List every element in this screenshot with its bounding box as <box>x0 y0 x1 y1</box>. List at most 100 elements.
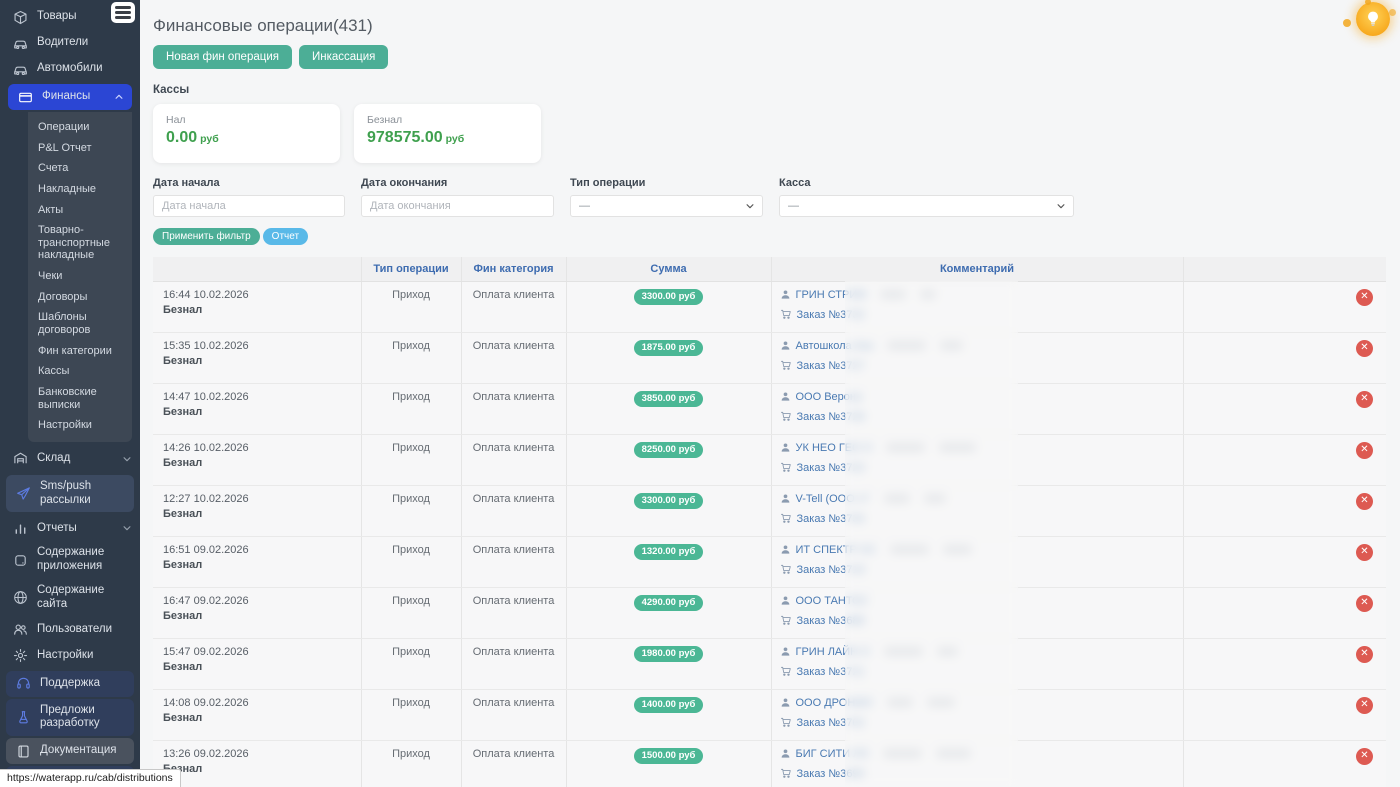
apply-filter-button[interactable]: Применить фильтр <box>153 228 260 245</box>
table-row: 16:47 09.02.2026БезналПриходОплата клиен… <box>153 587 1386 638</box>
delete-operation-button[interactable]: ✕ <box>1356 595 1373 612</box>
client-link[interactable]: ООО ДРОНМО <box>796 697 874 709</box>
order-link[interactable]: Заказ №3732 <box>797 309 865 321</box>
fin-category-cell: Оплата клиента <box>461 638 566 689</box>
date-cell: 14:26 10.02.2026Безнал <box>153 434 361 485</box>
actions-cell: ✕ <box>1183 536 1386 587</box>
whats-new-bulb-widget[interactable] <box>1356 2 1392 38</box>
sidebar-subitem-cash-registers[interactable]: Кассы <box>28 361 132 382</box>
client-link[interactable]: V-Tell (ООО «Г <box>796 493 870 505</box>
sidebar-item-label: Предложи разработку <box>40 704 126 732</box>
actions-cell: ✕ <box>1183 434 1386 485</box>
client-link[interactable]: ГРИН СТРИМ <box>796 289 867 301</box>
date-end-input[interactable] <box>361 195 554 217</box>
sidebar-subitem-waybills[interactable]: Накладные <box>28 179 132 200</box>
sidebar-item-warehouse[interactable]: Склад <box>0 446 140 472</box>
sidebar-item-users[interactable]: Пользователи <box>0 617 140 643</box>
cart-icon <box>780 615 792 626</box>
date-cell: 14:47 10.02.2026Безнал <box>153 383 361 434</box>
sidebar-subitem-operations[interactable]: Операции <box>28 117 132 138</box>
order-link[interactable]: Заказ №3723 <box>797 462 865 474</box>
order-link[interactable]: Заказ №3688 <box>797 615 865 627</box>
cash-card: Нал0.00руб <box>153 104 340 163</box>
client-link[interactable]: ООО ТАНТОС <box>796 595 869 607</box>
client-link[interactable]: УК НЕО ГЕО О <box>796 442 873 454</box>
client-link[interactable]: Автошкола Ака <box>796 340 874 352</box>
sidebar-subitem-acts[interactable]: Акты <box>28 200 132 221</box>
sidebar-item-documentation[interactable]: Документация <box>6 738 134 764</box>
sidebar-subitem-contract-templates[interactable]: Шаблоны договоров <box>28 307 132 340</box>
client-link[interactable]: ООО Верона <box>796 391 863 403</box>
actions-cell: ✕ <box>1183 740 1386 787</box>
new-fin-operation-button[interactable]: Новая фин операция <box>153 45 292 69</box>
sidebar-item-settings[interactable]: Настройки <box>0 643 140 669</box>
sidebar-item-suggest-feature[interactable]: Предложи разработку <box>6 699 134 737</box>
person-icon <box>780 391 791 402</box>
person-icon <box>780 442 791 453</box>
cart-icon <box>780 564 792 575</box>
redacted-text <box>890 545 929 554</box>
table-header-row: Тип операцииФин категорияСуммаКомментари… <box>153 257 1386 281</box>
filter-buttons: Применить фильтрОтчет <box>153 228 1400 245</box>
sidebar-item-support[interactable]: Поддержка <box>6 671 134 697</box>
sidebar-toggle-button[interactable] <box>111 2 135 23</box>
order-link[interactable]: Заказ №3721 <box>797 666 865 678</box>
sidebar-item-site-content[interactable]: Содержание сайта <box>0 579 140 617</box>
sidebar-item-app-content[interactable]: Содержание приложения <box>0 541 140 579</box>
order-link[interactable]: Заказ №3728 <box>797 411 865 423</box>
filters: Дата началаДата окончанияТип операции—Ка… <box>153 177 1400 217</box>
chevron-down-icon <box>1056 201 1066 211</box>
order-link[interactable]: Заказ №3690 <box>797 768 865 780</box>
sidebar-item-sms-push[interactable]: Sms/push рассылки <box>6 475 134 513</box>
cart-icon <box>780 717 792 728</box>
delete-operation-button[interactable]: ✕ <box>1356 544 1373 561</box>
sidebar-item-drivers[interactable]: Водители <box>0 30 140 56</box>
delete-operation-button[interactable]: ✕ <box>1356 748 1373 765</box>
main-content: Финансовые операции(431) Новая фин опера… <box>140 0 1400 787</box>
amount-cell: 1400.00 руб <box>566 689 771 740</box>
sidebar-subitem-receipts[interactable]: Чеки <box>28 266 132 287</box>
delete-operation-button[interactable]: ✕ <box>1356 493 1373 510</box>
sidebar-subitem-fin-categories[interactable]: Фин категории <box>28 341 132 362</box>
sidebar-submenu-finances: ОперацииP&L ОтчетСчетаНакладныеАктыТовар… <box>28 112 132 442</box>
headset-icon <box>15 676 31 692</box>
sidebar-item-reports[interactable]: Отчеты <box>0 515 140 541</box>
collection-button[interactable]: Инкассация <box>299 45 388 69</box>
sidebar-subitem-contracts[interactable]: Договоры <box>28 287 132 308</box>
comment-cell: УК НЕО ГЕО О Заказ №3723 <box>771 434 1183 485</box>
order-link[interactable]: Заказ №3727 <box>797 360 865 372</box>
table-row: 16:51 09.02.2026БезналПриходОплата клиен… <box>153 536 1386 587</box>
client-link[interactable]: ИТ СПЕКТР ОС <box>796 544 877 556</box>
date-cell: 15:35 10.02.2026Безнал <box>153 332 361 383</box>
sidebar-subitem-bank-statements[interactable]: Банковские выписки <box>28 382 132 415</box>
operation-datetime: 16:47 09.02.2026 <box>163 595 353 607</box>
delete-operation-button[interactable]: ✕ <box>1356 697 1373 714</box>
order-link[interactable]: Заказ №3719 <box>797 564 865 576</box>
operation-datetime: 13:26 09.02.2026 <box>163 748 353 760</box>
sidebar-subitem-fin-settings[interactable]: Настройки <box>28 415 132 436</box>
person-icon <box>780 595 791 606</box>
sidebar-item-finances[interactable]: Финансы <box>8 84 132 110</box>
table-row: 14:47 10.02.2026БезналПриходОплата клиен… <box>153 383 1386 434</box>
sidebar-subitem-accounts[interactable]: Счета <box>28 158 132 179</box>
delete-operation-button[interactable]: ✕ <box>1356 646 1373 663</box>
date-start-input[interactable] <box>153 195 345 217</box>
cash-register-select[interactable]: — <box>779 195 1074 217</box>
order-link[interactable]: Заказ №3702 <box>797 717 865 729</box>
sidebar-subitem-pnl-report[interactable]: P&L Отчет <box>28 138 132 159</box>
date-cell: 16:47 09.02.2026Безнал <box>153 587 361 638</box>
sidebar-item-cars[interactable]: Автомобили <box>0 56 140 82</box>
delete-operation-button[interactable]: ✕ <box>1356 340 1373 357</box>
sidebar-item-label: Финансы <box>42 90 105 104</box>
client-link[interactable]: ГРИН ЛАЙН О <box>796 646 870 658</box>
operation-type-select[interactable]: — <box>570 195 763 217</box>
delete-operation-button[interactable]: ✕ <box>1356 442 1373 459</box>
sidebar-subitem-transport-waybills[interactable]: Товарно-транспортные накладные <box>28 220 132 266</box>
client-link[interactable]: БИГ СИТИ ЛО <box>796 748 869 760</box>
fin-category-cell: Оплата клиента <box>461 485 566 536</box>
delete-operation-button[interactable]: ✕ <box>1356 289 1373 306</box>
order-link[interactable]: Заказ №3734 <box>797 513 865 525</box>
operations-table-wrap: Тип операцииФин категорияСуммаКомментари… <box>153 257 1386 787</box>
report-button[interactable]: Отчет <box>263 228 308 245</box>
delete-operation-button[interactable]: ✕ <box>1356 391 1373 408</box>
